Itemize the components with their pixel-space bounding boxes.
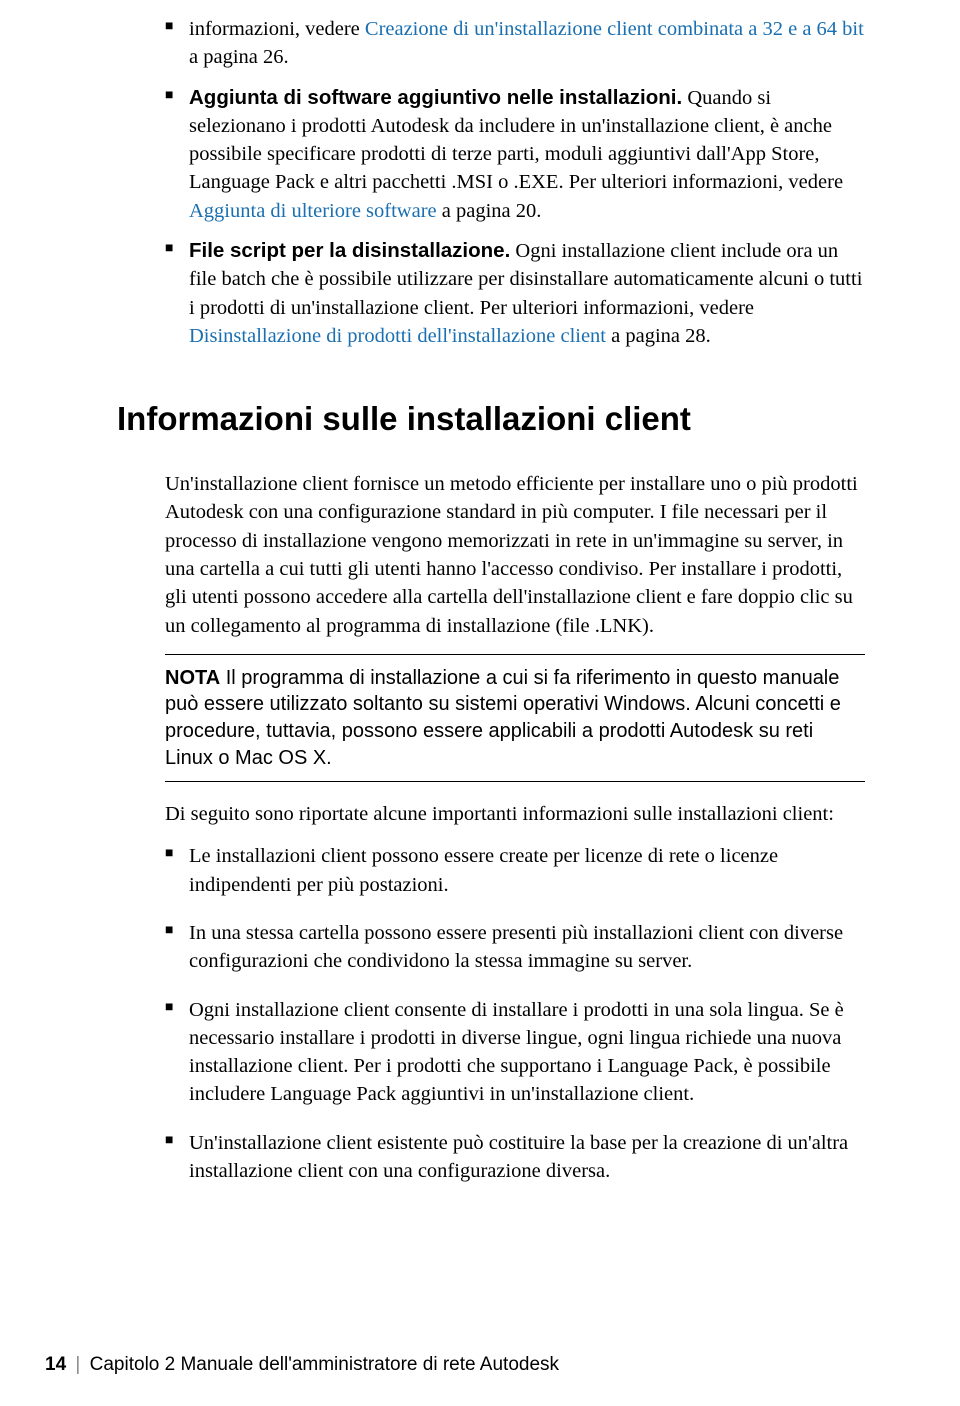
- page-number: 14: [45, 1354, 66, 1375]
- bottom-bullet-list: Le installazioni client possono essere c…: [165, 842, 865, 1185]
- text-fragment: a pagina 26.: [189, 46, 289, 68]
- text-fragment: informazioni, vedere: [189, 18, 365, 40]
- note-box: NOTA Il programma di installazione a cui…: [165, 654, 865, 782]
- link-text: Aggiunta di ulteriore software: [189, 200, 437, 222]
- note-label: NOTA: [165, 667, 220, 689]
- top-bullet-list: informazioni, vedere Creazione di un'ins…: [165, 15, 865, 350]
- bold-lead: File script per la disinstallazione.: [189, 239, 510, 262]
- list-item: File script per la disinstallazione. Ogn…: [165, 237, 865, 350]
- paragraph: Un'installazione client fornisce un meto…: [165, 470, 865, 640]
- section-heading: Informazioni sulle installazioni client: [117, 400, 865, 438]
- text-fragment: a pagina 20.: [437, 200, 542, 222]
- list-item: Le installazioni client possono essere c…: [165, 842, 865, 899]
- page-footer: 14 | Capitolo 2 Manuale dell'amministrat…: [45, 1354, 559, 1376]
- list-item: Un'installazione client esistente può co…: [165, 1129, 865, 1186]
- list-item: In una stessa cartella possono essere pr…: [165, 919, 865, 976]
- list-item: informazioni, vedere Creazione di un'ins…: [165, 15, 865, 72]
- note-text: Il programma di installazione a cui si f…: [165, 667, 841, 769]
- link-text: Creazione di un'installazione client com…: [365, 18, 864, 40]
- page-content: informazioni, vedere Creazione di un'ins…: [0, 0, 960, 1185]
- chapter-label: Capitolo 2 Manuale dell'amministratore d…: [90, 1354, 559, 1375]
- bold-lead: Aggiunta di software aggiuntivo nelle in…: [189, 86, 682, 109]
- list-item: Ogni installazione client consente di in…: [165, 996, 865, 1109]
- list-item: Aggiunta di software aggiuntivo nelle in…: [165, 84, 865, 225]
- separator-icon: |: [75, 1354, 80, 1375]
- paragraph: Di seguito sono riportate alcune importa…: [165, 800, 865, 828]
- text-fragment: a pagina 28.: [606, 325, 711, 347]
- link-text: Disinstallazione di prodotti dell'instal…: [189, 325, 606, 347]
